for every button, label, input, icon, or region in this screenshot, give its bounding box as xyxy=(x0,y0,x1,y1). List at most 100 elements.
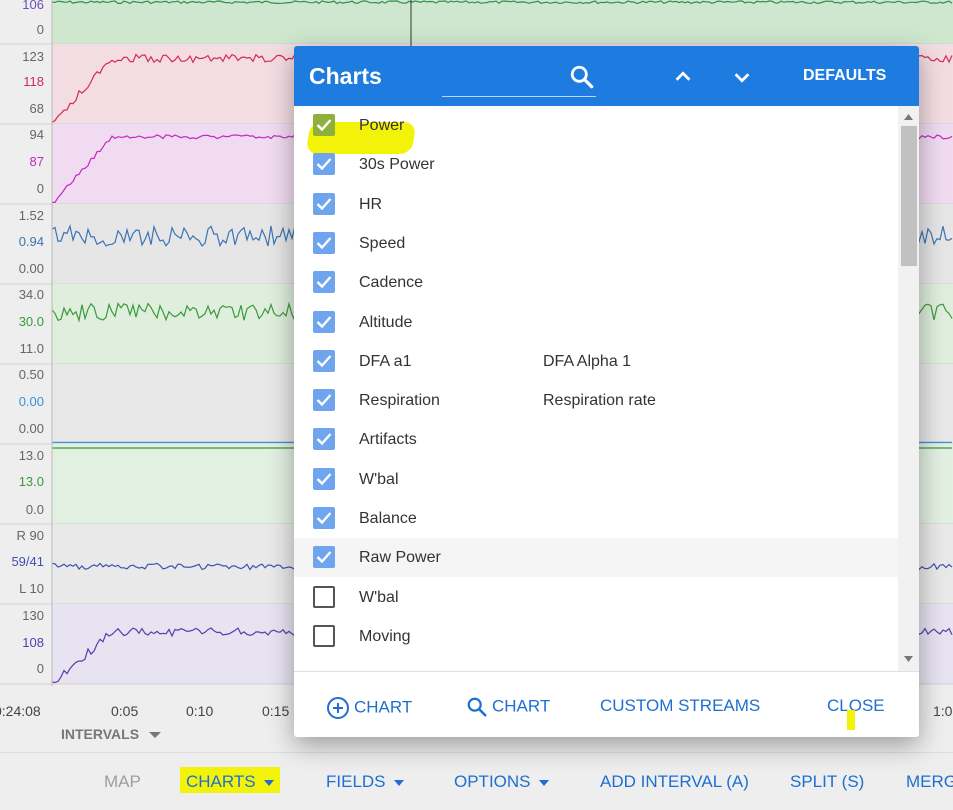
plus-circle-icon xyxy=(327,697,349,719)
chart-name: Respiration xyxy=(359,392,440,410)
intervals-label: INTERVALS xyxy=(61,726,140,742)
y-axis-label: 94 xyxy=(29,127,44,142)
checkbox-checked[interactable] xyxy=(313,310,335,333)
chart-list-item[interactable]: Power xyxy=(294,106,898,145)
dialog-footer: CHART CHART CUSTOM STREAMS CLOSE xyxy=(294,671,919,737)
chart-name: Speed xyxy=(359,234,406,252)
intervals-toggle[interactable]: INTERVALS xyxy=(61,726,161,742)
chart-list-item[interactable]: Cadence xyxy=(294,263,898,302)
checkbox-checked[interactable] xyxy=(313,271,335,294)
y-axis-label: 0 xyxy=(36,22,44,37)
scroll-up-arrow-icon[interactable] xyxy=(904,114,913,120)
chart-list-item[interactable]: 30s Power xyxy=(294,145,898,184)
merge-button[interactable]: MERG xyxy=(906,772,953,792)
check-icon xyxy=(316,394,332,407)
y-axis-label: 0.00 xyxy=(18,261,44,276)
checkbox-checked[interactable] xyxy=(313,349,335,372)
chart-name: W'bal xyxy=(359,470,399,488)
y-axis-label: 0.94 xyxy=(18,234,44,249)
charts-button[interactable]: CHARTS xyxy=(186,772,274,792)
check-icon xyxy=(316,472,332,485)
chart-list-item[interactable]: Raw Power xyxy=(294,538,898,578)
checkbox-checked[interactable] xyxy=(313,114,335,136)
x-axis-label: 0:05 xyxy=(111,703,139,719)
checkbox-checked[interactable] xyxy=(313,428,335,451)
checkbox-checked[interactable] xyxy=(313,467,335,490)
scrollbar-thumb[interactable] xyxy=(901,126,917,266)
checkbox-checked[interactable] xyxy=(313,389,335,412)
add-chart-button[interactable]: CHART xyxy=(326,696,412,720)
fields-button[interactable]: FIELDS xyxy=(326,772,404,792)
custom-streams-button[interactable]: CUSTOM STREAMS xyxy=(600,696,760,716)
y-axis-label: 13.0 xyxy=(18,474,44,489)
close-button[interactable]: CLOSE xyxy=(827,696,885,716)
chart-name: Moving xyxy=(359,627,411,645)
options-button[interactable]: OPTIONS xyxy=(454,772,549,792)
check-icon xyxy=(316,512,332,525)
y-axis-label: 0.00 xyxy=(18,394,44,409)
chevron-up-icon[interactable] xyxy=(672,66,694,93)
caret-down-icon xyxy=(538,779,549,786)
search-icon[interactable] xyxy=(569,64,595,95)
checkbox-checked[interactable] xyxy=(313,231,335,254)
chart-name: Altitude xyxy=(359,313,413,331)
scroll-down-arrow-icon[interactable] xyxy=(904,656,913,662)
chart-list-item[interactable]: Balance xyxy=(294,499,898,538)
chart-list-item[interactable]: Respiration Respiration rate xyxy=(294,381,898,420)
check-icon xyxy=(316,433,332,446)
y-axis-label: 13.0 xyxy=(18,448,44,463)
chart-description: DFA Alpha 1 xyxy=(543,352,632,370)
y-axis-label: 130 xyxy=(22,608,44,623)
check-icon xyxy=(316,119,332,132)
check-icon xyxy=(316,197,332,210)
checkbox-checked[interactable] xyxy=(313,153,335,176)
y-axis-label: R 90 xyxy=(16,528,44,543)
chart-name: Power xyxy=(359,117,405,134)
checkbox-checked[interactable] xyxy=(313,192,335,215)
y-axis-label: L 10 xyxy=(19,581,44,596)
y-axis-label: 106 xyxy=(22,0,44,12)
chart-list-item[interactable]: Speed xyxy=(294,224,898,263)
chart-list-item[interactable]: HR xyxy=(294,185,898,224)
y-axis-label: 30.0 xyxy=(18,314,44,329)
add-interval-button[interactable]: ADD INTERVAL (A) xyxy=(600,772,749,792)
options-button-label: OPTIONS xyxy=(454,772,531,791)
search-chart-button[interactable]: CHART xyxy=(466,696,550,718)
charts-button-label: CHARTS xyxy=(186,772,256,791)
bottom-toolbar: MAP CHARTS FIELDS OPTIONS ADD INTERVAL (… xyxy=(0,752,953,810)
split-button[interactable]: SPLIT (S) xyxy=(790,772,864,792)
chart-list-item[interactable]: Altitude xyxy=(294,303,898,342)
chart-list-item[interactable]: Artifacts xyxy=(294,420,898,459)
caret-down-icon xyxy=(393,779,404,786)
chart-name: Raw Power xyxy=(359,549,441,567)
chart-list: Power 30s Power HR Speed Cadence Altitude DFA … xyxy=(294,106,898,671)
y-axis-label: 108 xyxy=(22,635,44,650)
x-axis-label: 0:15 xyxy=(262,703,290,719)
chart-name: Cadence xyxy=(359,274,424,292)
check-icon xyxy=(316,315,332,328)
defaults-button[interactable]: DEFAULTS xyxy=(803,67,886,85)
highlight-mark xyxy=(847,710,855,730)
y-axis-label: 0 xyxy=(36,661,44,676)
dialog-title: Charts xyxy=(309,63,382,89)
y-axis-label: 0 xyxy=(36,181,44,196)
check-icon xyxy=(316,276,332,289)
checkbox-checked[interactable] xyxy=(313,546,335,569)
chevron-down-icon xyxy=(148,732,161,739)
x-axis-label: 1:0 xyxy=(933,703,953,719)
chart-list-item[interactable]: W'bal xyxy=(294,460,898,499)
dialog-header: Charts DEFAULTS xyxy=(294,46,919,106)
list-scrollbar[interactable] xyxy=(898,106,919,671)
chart-list-item[interactable]: Moving xyxy=(294,617,898,656)
chart-list-item[interactable]: W'bal xyxy=(294,578,898,617)
checkbox-unchecked[interactable] xyxy=(313,624,335,647)
chart-list-item[interactable]: DFA a1 DFA Alpha 1 xyxy=(294,342,898,381)
y-axis-label: 0.00 xyxy=(18,421,44,436)
checkbox-unchecked[interactable] xyxy=(313,585,335,608)
chevron-down-icon[interactable] xyxy=(731,66,753,93)
y-axis-label: 34.0 xyxy=(18,287,44,302)
caret-down-icon xyxy=(263,779,274,786)
map-button[interactable]: MAP xyxy=(104,772,141,792)
checkbox-checked[interactable] xyxy=(313,507,335,529)
check-icon xyxy=(316,354,332,368)
